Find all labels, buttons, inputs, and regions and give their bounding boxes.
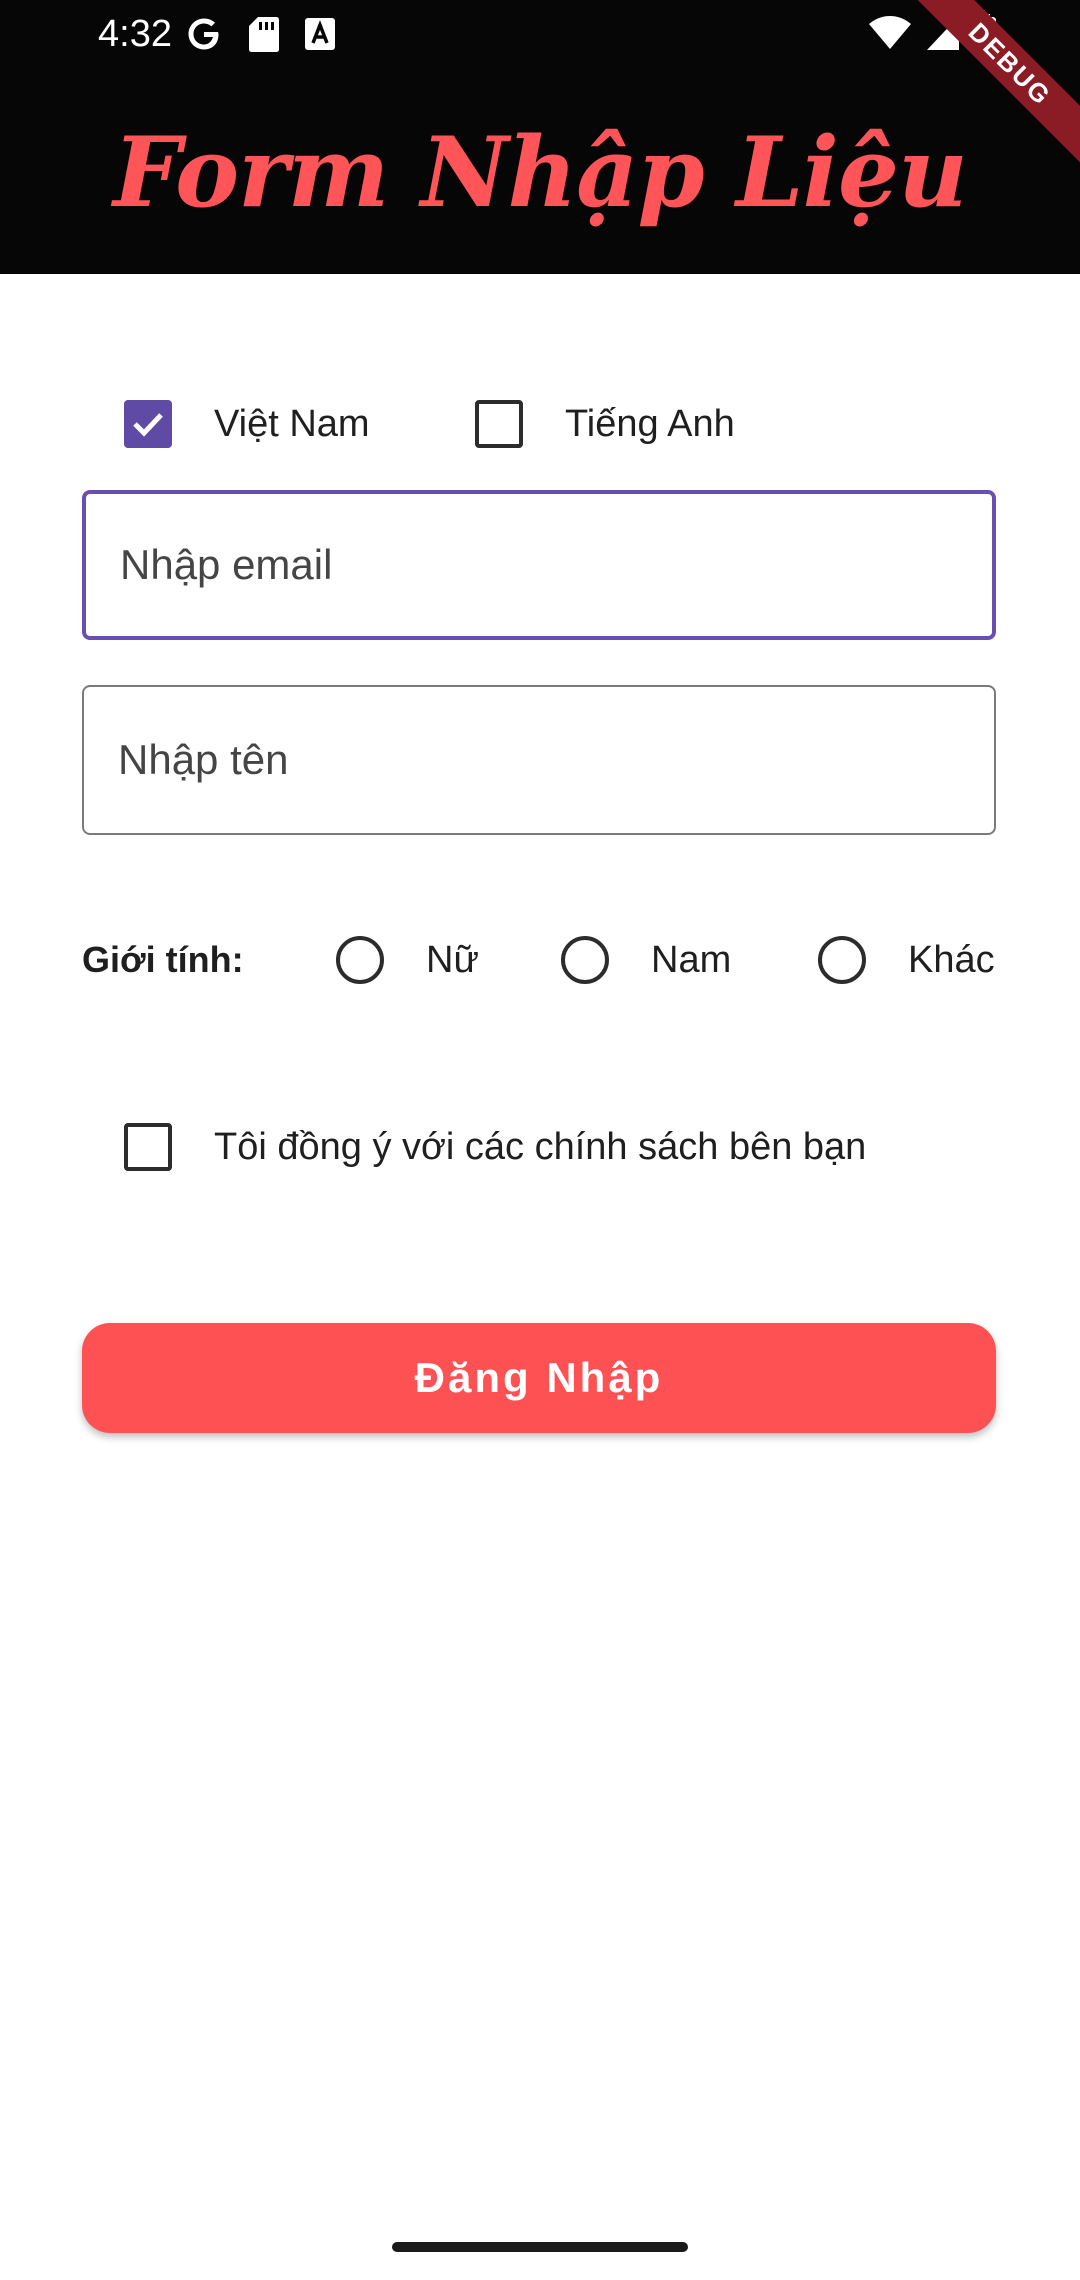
checkbox-agree[interactable] — [124, 1123, 172, 1171]
radio-other-label: Khác — [908, 939, 995, 981]
agree-label: Tôi đồng ý với các chính sách bên bạn — [214, 1126, 867, 1168]
status-icons-left — [184, 14, 336, 54]
login-button[interactable]: Đăng Nhập — [82, 1323, 996, 1433]
name-field-container — [82, 685, 996, 835]
home-indicator[interactable] — [392, 2242, 688, 2252]
email-field-container — [82, 490, 996, 640]
gender-label: Giới tính: — [82, 939, 244, 980]
wifi-icon — [868, 15, 912, 51]
checkmark-icon — [133, 413, 163, 437]
radio-male[interactable] — [561, 936, 609, 984]
radio-female-label: Nữ — [426, 939, 479, 981]
app-bar: 4:32 Form Nhập Liệu DEBUG — [0, 0, 1080, 274]
checkbox-vietnam[interactable] — [124, 400, 172, 448]
radio-other[interactable] — [818, 936, 866, 984]
name-field[interactable] — [118, 687, 958, 833]
page-title: Form Nhập Liệu — [113, 116, 968, 229]
status-time: 4:32 — [98, 13, 172, 55]
checkbox-vietnam-label: Việt Nam — [214, 403, 370, 445]
sd-card-icon — [248, 15, 280, 53]
checkbox-english[interactable] — [475, 400, 523, 448]
keyboard-a-icon — [304, 17, 336, 51]
language-options: Việt Nam Tiếng Anh — [0, 390, 1080, 458]
email-field[interactable] — [120, 494, 960, 636]
radio-female[interactable] — [336, 936, 384, 984]
checkbox-english-label: Tiếng Anh — [565, 403, 735, 445]
radio-male-label: Nam — [651, 939, 732, 981]
google-icon — [184, 14, 224, 54]
